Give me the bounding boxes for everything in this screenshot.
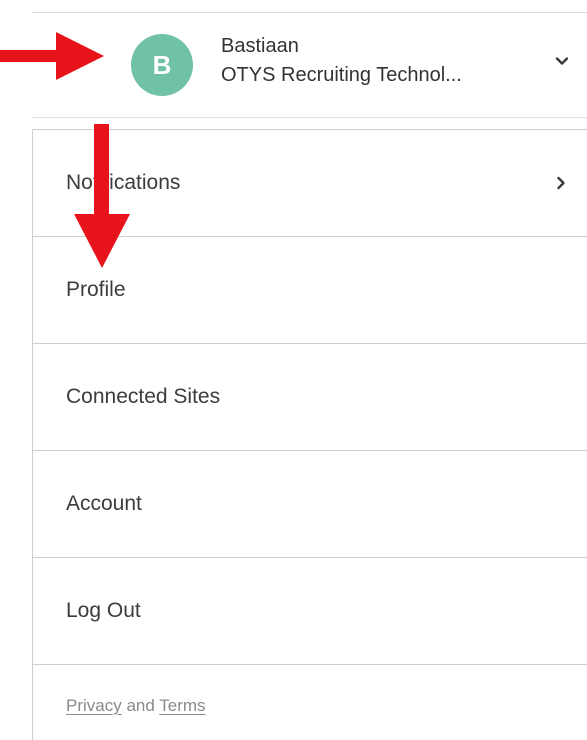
user-name: Bastiaan xyxy=(221,35,299,57)
menu-item-label: Connected Sites xyxy=(66,385,221,408)
header-divider xyxy=(32,117,587,118)
menu-item-label: Log Out xyxy=(66,599,141,622)
menu-item-log-out[interactable]: Log Out xyxy=(33,558,587,665)
menu-item-label: Account xyxy=(66,492,142,515)
menu-item-label: Notifications xyxy=(66,171,181,194)
menu-item-profile[interactable]: Profile xyxy=(33,237,587,344)
terms-link[interactable]: Terms xyxy=(159,696,205,715)
menu-item-notifications[interactable]: Notifications xyxy=(33,130,587,237)
user-account-header[interactable]: B Bastiaan OTYS Recruiting Technol... xyxy=(32,13,587,117)
menu-item-account[interactable]: Account xyxy=(33,451,587,558)
menu-item-connected-sites[interactable]: Connected Sites xyxy=(33,344,587,451)
chevron-down-icon[interactable] xyxy=(552,51,572,71)
footer-connector: and xyxy=(126,696,155,715)
footer-links: Privacy and Terms xyxy=(66,696,206,716)
user-organization: OTYS Recruiting Technol... xyxy=(221,64,462,86)
chevron-right-icon xyxy=(557,176,565,190)
menu-item-label: Profile xyxy=(66,278,126,301)
privacy-link[interactable]: Privacy xyxy=(66,696,122,715)
avatar-initial: B xyxy=(152,49,172,80)
account-menu: Notifications Profile Connected Sites Ac… xyxy=(32,129,587,740)
avatar: B xyxy=(131,34,193,96)
